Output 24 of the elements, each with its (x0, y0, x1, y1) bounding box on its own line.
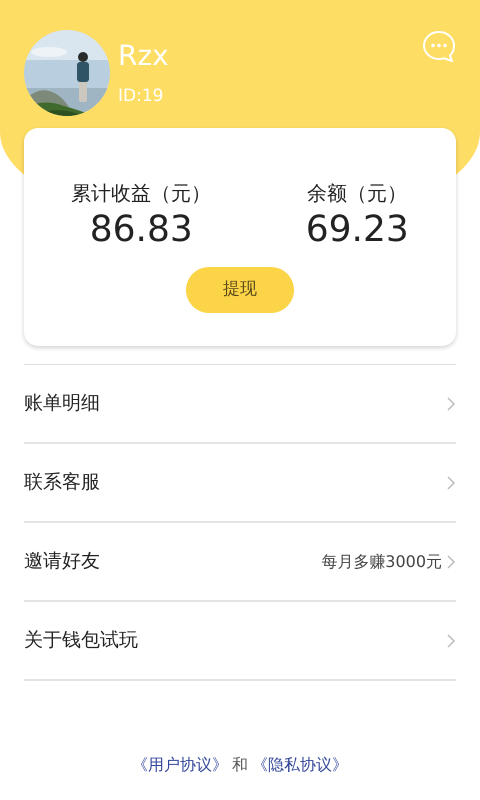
stat-value: 69.23 (304, 208, 410, 252)
menu-label: 邀请好友 (24, 549, 100, 574)
stat-value: 86.83 (88, 208, 194, 252)
menu-item[interactable]: 邀请好友 每月多赚3000元 (24, 523, 456, 602)
chat-icon[interactable] (422, 30, 456, 62)
agreement-link[interactable]: 《用户协议》 (132, 755, 228, 774)
chevron-icon (446, 554, 456, 570)
stat-label: 累计收益（元） (70, 180, 212, 207)
chevron-icon (446, 632, 456, 648)
user-name: Rzx (118, 42, 169, 70)
joiner-text: 和 (232, 755, 248, 774)
withdraw-button[interactable]: 提现 (186, 267, 294, 314)
menu-label: 关于钱包试玩 (24, 628, 138, 654)
menu-note: 每月多赚3000元 (321, 550, 442, 572)
user-id: ID:19 (118, 85, 164, 108)
menu-item[interactable]: 联系客服 (24, 444, 456, 523)
menu-label: 联系客服 (24, 470, 100, 496)
agreement-link[interactable]: 《隐私协议》 (252, 755, 348, 774)
menu-item[interactable]: 账单明细 (24, 365, 456, 444)
menu-item[interactable]: 关于钱包试玩 (24, 602, 456, 681)
chevron-icon (446, 396, 456, 412)
chevron-icon (446, 474, 456, 490)
menu-label: 账单明细 (24, 391, 100, 416)
stat-label: 余额（元） (306, 180, 408, 207)
